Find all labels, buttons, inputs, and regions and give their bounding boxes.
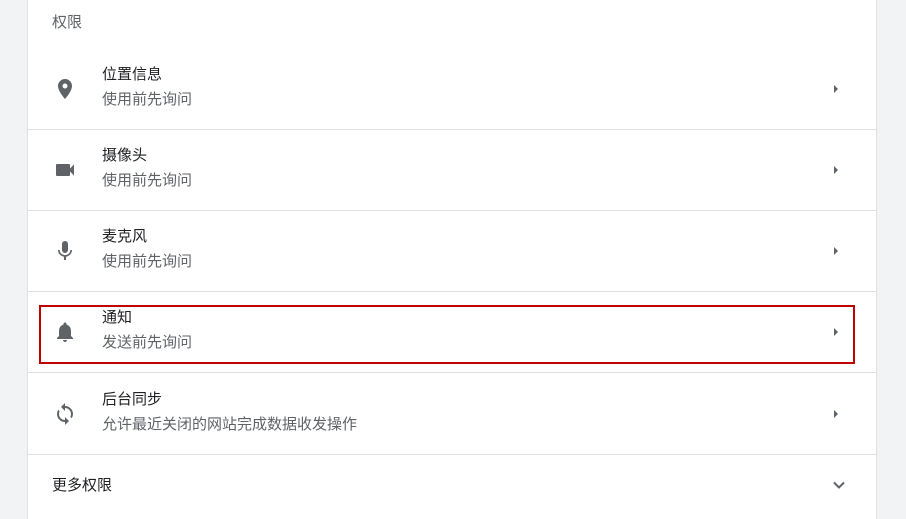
more-permissions-toggle[interactable]: 更多权限	[28, 455, 876, 519]
permission-title: 麦克风	[102, 227, 148, 245]
arrow-right-icon	[828, 81, 844, 97]
bell-icon	[53, 320, 77, 344]
permission-row-background-sync[interactable]: 后台同步 允许最近关闭的网站完成数据收发操作	[28, 374, 876, 455]
permission-subtitle: 使用前先询问	[102, 252, 193, 270]
chevron-down-icon	[829, 475, 849, 495]
permission-subtitle: 允许最近关闭的网站完成数据收发操作	[102, 415, 358, 433]
permission-title: 通知	[102, 308, 133, 326]
permission-row-microphone[interactable]: 麦克风 使用前先询问	[28, 211, 876, 292]
permission-row-notifications[interactable]: 通知 发送前先询问	[28, 292, 876, 373]
permission-title: 位置信息	[102, 65, 163, 83]
permission-row-camera[interactable]: 摄像头 使用前先询问	[28, 130, 876, 211]
permission-subtitle: 发送前先询问	[102, 333, 193, 351]
permission-subtitle: 使用前先询问	[102, 90, 193, 108]
camera-icon	[53, 158, 77, 182]
permission-subtitle: 使用前先询问	[102, 171, 193, 189]
more-permissions-label: 更多权限	[52, 476, 113, 494]
permission-title: 后台同步	[102, 390, 163, 408]
permission-title: 摄像头	[102, 146, 148, 164]
location-pin-icon	[53, 77, 77, 101]
microphone-icon	[53, 239, 77, 263]
permissions-card: 权限 位置信息 使用前先询问 摄像头 使用前先询问 麦克风 使用前先询问 通知 …	[27, 0, 877, 519]
permission-row-location[interactable]: 位置信息 使用前先询问	[28, 49, 876, 130]
arrow-right-icon	[828, 243, 844, 259]
sync-icon	[53, 402, 77, 426]
section-title: 权限	[52, 13, 83, 31]
arrow-right-icon	[828, 324, 844, 340]
arrow-right-icon	[828, 162, 844, 178]
arrow-right-icon	[828, 406, 844, 422]
